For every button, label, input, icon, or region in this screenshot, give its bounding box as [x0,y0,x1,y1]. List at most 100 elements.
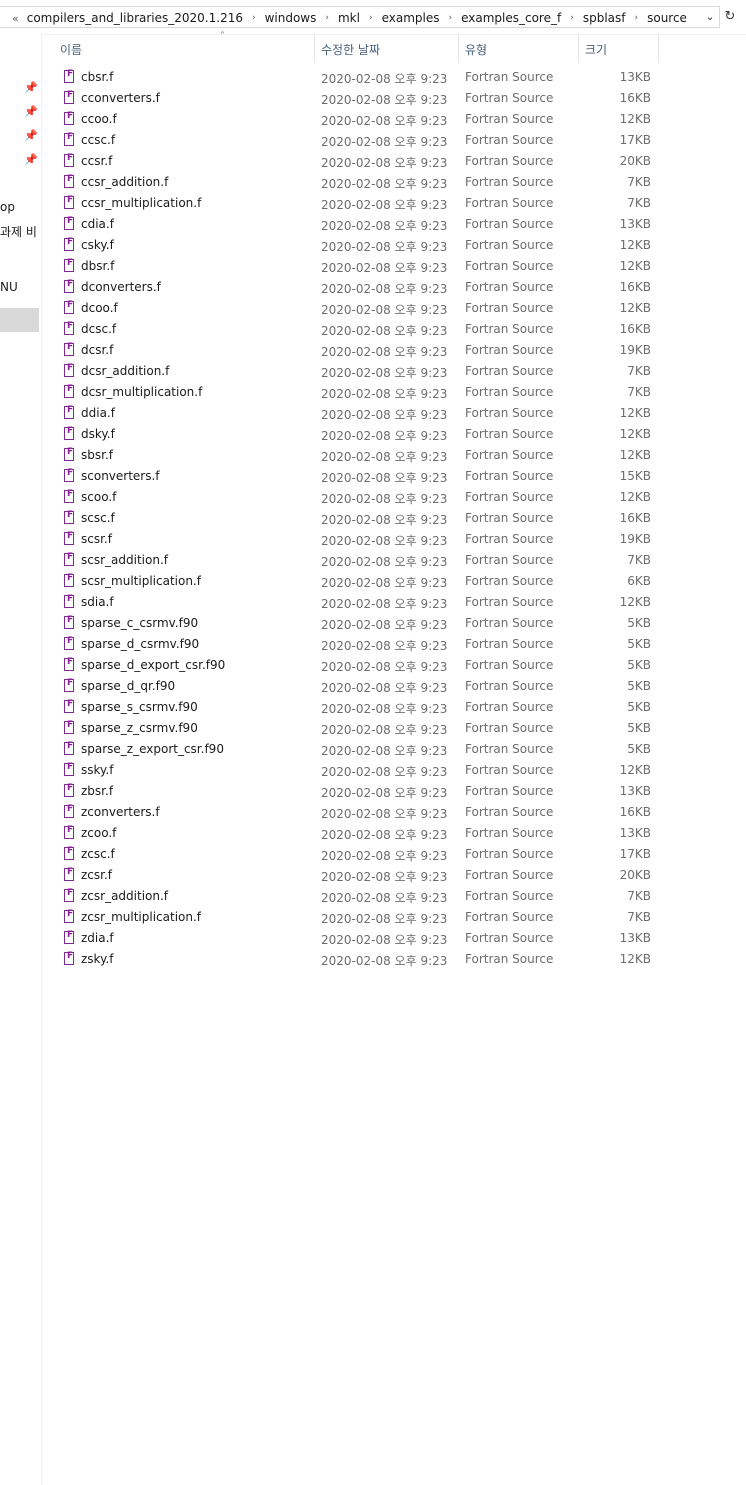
file-row[interactable]: sparse_c_csrmv.f90 2020-02-08 오후 9:23 Fort… [42,613,662,634]
file-row[interactable]: ccoo.f 2020-02-08 오후 9:23 Fortran Source 12… [42,109,662,130]
nav-item-label[interactable]: op [0,200,41,214]
file-row[interactable]: ccsc.f 2020-02-08 오후 9:23 Fortran Source 17… [42,130,662,151]
file-row[interactable]: ccsr.f 2020-02-08 오후 9:23 Fortran Source 20… [42,151,662,172]
file-row[interactable]: sparse_z_export_csr.f90 2020-02-08 오후 9:2… [42,739,662,760]
file-row[interactable]: scsr_multiplication.f 2020-02-08 오후 9:23 F… [42,571,662,592]
file-name[interactable]: zsky.f [81,952,114,966]
chevron-right-icon[interactable]: › [252,13,256,23]
file-row[interactable]: scsc.f 2020-02-08 오후 9:23 Fortran Source 16… [42,508,662,529]
file-row[interactable]: scsr_addition.f 2020-02-08 오후 9:23 Fortran… [42,550,662,571]
file-name[interactable]: ccoo.f [81,112,117,126]
file-name[interactable]: zcsr.f [81,868,112,882]
file-name[interactable]: sparse_d_csrmv.f90 [81,637,199,651]
column-header-name[interactable]: 이름 [60,41,82,58]
file-name[interactable]: dbsr.f [81,259,114,273]
file-row[interactable]: zsky.f 2020-02-08 오후 9:23 Fortran Source 12… [42,949,662,970]
file-row[interactable]: dcsr_multiplication.f 2020-02-08 오후 9:23 F… [42,382,662,403]
breadcrumb-item[interactable]: spblasf [583,11,626,25]
chevron-right-icon[interactable]: › [369,13,373,23]
file-name[interactable]: sparse_d_qr.f90 [81,679,175,693]
file-name[interactable]: zconverters.f [81,805,160,819]
file-name[interactable]: scoo.f [81,490,116,504]
file-row[interactable]: cbsr.f 2020-02-08 오후 9:23 Fortran Source 13… [42,67,662,88]
file-name[interactable]: sparse_z_csrmv.f90 [81,721,198,735]
file-name[interactable]: sparse_z_export_csr.f90 [81,742,224,756]
file-name[interactable]: dcoo.f [81,301,118,315]
file-row[interactable]: ccsr_addition.f 2020-02-08 오후 9:23 Fortran… [42,172,662,193]
file-name[interactable]: sconverters.f [81,469,160,483]
file-name[interactable]: ccsr_multiplication.f [81,196,201,210]
file-name[interactable]: zcsr_addition.f [81,889,168,903]
file-name[interactable]: dcsr.f [81,343,113,357]
chevron-right-icon[interactable]: › [448,13,452,23]
file-name[interactable]: sparse_s_csrmv.f90 [81,700,198,714]
file-name[interactable]: cbsr.f [81,70,113,84]
file-row[interactable]: zcsr.f 2020-02-08 오후 9:23 Fortran Source 20… [42,865,662,886]
file-name[interactable]: sparse_d_export_csr.f90 [81,658,225,672]
file-row[interactable]: zdia.f 2020-02-08 오후 9:23 Fortran Source 13… [42,928,662,949]
file-name[interactable]: zcsc.f [81,847,115,861]
breadcrumb-item[interactable]: examples [382,11,440,25]
file-name[interactable]: scsr_addition.f [81,553,168,567]
file-row[interactable]: sparse_d_qr.f90 2020-02-08 오후 9:23 Fortran… [42,676,662,697]
breadcrumb-overflow-button[interactable]: « [12,12,19,25]
file-row[interactable]: zcsr_multiplication.f 2020-02-08 오후 9:23 F… [42,907,662,928]
file-row[interactable]: zbsr.f 2020-02-08 오후 9:23 Fortran Source 13… [42,781,662,802]
file-name[interactable]: scsr.f [81,532,112,546]
file-row[interactable]: dcsr.f 2020-02-08 오후 9:23 Fortran Source 19… [42,340,662,361]
file-name[interactable]: zbsr.f [81,784,113,798]
file-row[interactable]: dcsr_addition.f 2020-02-08 오후 9:23 Fortran… [42,361,662,382]
file-row[interactable]: ssky.f 2020-02-08 오후 9:23 Fortran Source 12… [42,760,662,781]
file-row[interactable]: sbsr.f 2020-02-08 오후 9:23 Fortran Source 12… [42,445,662,466]
file-row[interactable]: dcsc.f 2020-02-08 오후 9:23 Fortran Source 16… [42,319,662,340]
file-name[interactable]: ccsr_addition.f [81,175,168,189]
file-name[interactable]: dcsr_multiplication.f [81,385,202,399]
file-row[interactable]: zcoo.f 2020-02-08 오후 9:23 Fortran Source 13… [42,823,662,844]
refresh-button[interactable]: ↻ [720,6,740,28]
file-name[interactable]: csky.f [81,238,114,252]
column-divider[interactable] [314,34,315,62]
file-row[interactable]: sparse_d_csrmv.f90 2020-02-08 오후 9:23 Fort… [42,634,662,655]
column-divider[interactable] [578,34,579,62]
file-row[interactable]: ddia.f 2020-02-08 오후 9:23 Fortran Source 12… [42,403,662,424]
file-name[interactable]: dsky.f [81,427,115,441]
file-name[interactable]: cconverters.f [81,91,160,105]
chevron-right-icon[interactable]: › [325,13,329,23]
column-divider[interactable] [458,34,459,62]
file-name[interactable]: zdia.f [81,931,114,945]
file-row[interactable]: zconverters.f 2020-02-08 오후 9:23 Fortran S… [42,802,662,823]
file-name[interactable]: dcsr_addition.f [81,364,169,378]
breadcrumb-item[interactable]: source [647,11,687,25]
column-header-date[interactable]: 수정한 날짜 [321,41,380,58]
nav-item-selected[interactable] [0,308,39,332]
file-row[interactable]: cconverters.f 2020-02-08 오후 9:23 Fortran S… [42,88,662,109]
chevron-down-icon[interactable]: ⌄ [703,9,717,25]
file-row[interactable]: scoo.f 2020-02-08 오후 9:23 Fortran Source 12… [42,487,662,508]
file-row[interactable]: dsky.f 2020-02-08 오후 9:23 Fortran Source 12… [42,424,662,445]
file-row[interactable]: cdia.f 2020-02-08 오후 9:23 Fortran Source 13… [42,214,662,235]
nav-item-label[interactable]: 과제 비 [0,223,41,240]
breadcrumb-item[interactable]: mkl [338,11,360,25]
column-header-type[interactable]: 유형 [465,41,487,58]
file-name[interactable]: cdia.f [81,217,114,231]
file-name[interactable]: sdia.f [81,595,114,609]
nav-item-label[interactable]: NU [0,280,41,294]
file-name[interactable]: scsc.f [81,511,115,525]
file-row[interactable]: sconverters.f 2020-02-08 오후 9:23 Fortran S… [42,466,662,487]
breadcrumb-item[interactable]: examples_core_f [461,11,561,25]
file-name[interactable]: dconverters.f [81,280,161,294]
breadcrumb-item[interactable]: compilers_and_libraries_2020.1.216 [27,11,243,25]
column-divider[interactable] [658,34,659,62]
file-name[interactable]: sbsr.f [81,448,113,462]
file-name[interactable]: ccsr.f [81,154,112,168]
chevron-right-icon[interactable]: › [570,13,574,23]
file-row[interactable]: sparse_s_csrmv.f90 2020-02-08 오후 9:23 Fort… [42,697,662,718]
file-row[interactable]: zcsr_addition.f 2020-02-08 오후 9:23 Fortran… [42,886,662,907]
file-name[interactable]: sparse_c_csrmv.f90 [81,616,198,630]
file-name[interactable]: ccsc.f [81,133,115,147]
file-row[interactable]: sdia.f 2020-02-08 오후 9:23 Fortran Source 12… [42,592,662,613]
file-name[interactable]: scsr_multiplication.f [81,574,201,588]
file-name[interactable]: ssky.f [81,763,113,777]
file-name[interactable]: ddia.f [81,406,115,420]
file-row[interactable]: csky.f 2020-02-08 오후 9:23 Fortran Source 12… [42,235,662,256]
